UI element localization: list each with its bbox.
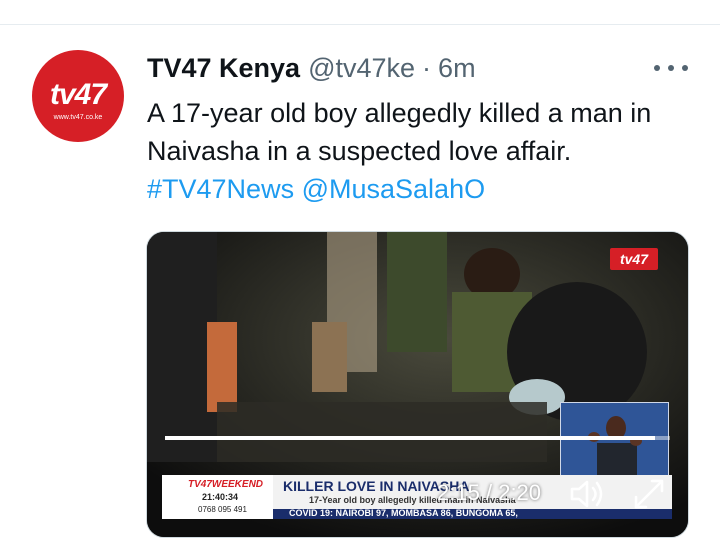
avatar-site-text: www.tv47.co.ke — [53, 114, 103, 121]
tweet-text-line-1: A 17-year old boy allegedly killed a man… — [147, 98, 652, 128]
tweet-text-line-2: Naivasha in a suspected love affair. — [147, 136, 572, 166]
play-icon[interactable] — [173, 480, 203, 510]
tweet-header: TV47 Kenya @tv47ke · 6m — [147, 52, 476, 84]
lower-third-clock: 21:40:34 — [202, 492, 239, 502]
hashtag-link[interactable]: #TV47News — [147, 174, 294, 204]
mention-link[interactable]: @MusaSalahO — [302, 174, 486, 204]
more-dot — [682, 65, 688, 71]
avatar[interactable]: tv47 www.tv47.co.ke — [32, 50, 124, 142]
video-duration: 2:20 — [498, 480, 542, 505]
progress-bar[interactable] — [165, 436, 670, 440]
tweet-text: A 17-year old boy allegedly killed a man… — [147, 94, 692, 208]
video-timecode: 2:15 / 2:20 — [437, 480, 541, 506]
more-dot — [654, 65, 660, 71]
author-name[interactable]: TV47 Kenya — [147, 53, 300, 84]
tweet-timestamp[interactable]: 6m — [438, 53, 476, 84]
channel-logo: tv47 — [610, 248, 658, 270]
time-separator: / — [485, 480, 493, 505]
fullscreen-icon[interactable] — [633, 478, 665, 510]
sign-language-inset — [560, 402, 669, 478]
lower-third-ticker: COVID 19: NAIROBI 97, MOMBASA 86, BUNGOM… — [273, 509, 672, 519]
current-time: 2:15 — [437, 480, 480, 505]
author-handle[interactable]: @tv47ke — [308, 53, 415, 84]
volume-icon[interactable] — [569, 477, 607, 511]
lower-third-phone: 0768 095 491 — [198, 505, 247, 514]
timeline-divider — [0, 24, 720, 25]
avatar-logo-text: tv47 — [49, 78, 107, 111]
header-separator: · — [422, 52, 432, 83]
more-dot — [668, 65, 674, 71]
ticker-text: COVID 19: NAIROBI 97, MOMBASA 86, BUNGOM… — [289, 509, 518, 518]
sign-language-interpreter-image — [561, 403, 668, 477]
video-player[interactable]: tv47 TV47WEEKEND 21:40:34 0768 095 491 K… — [146, 231, 689, 538]
more-horizontal-icon[interactable] — [654, 60, 688, 76]
tweet-links-line: #TV47News @MusaSalahO — [147, 170, 692, 208]
progress-fill — [165, 436, 655, 440]
